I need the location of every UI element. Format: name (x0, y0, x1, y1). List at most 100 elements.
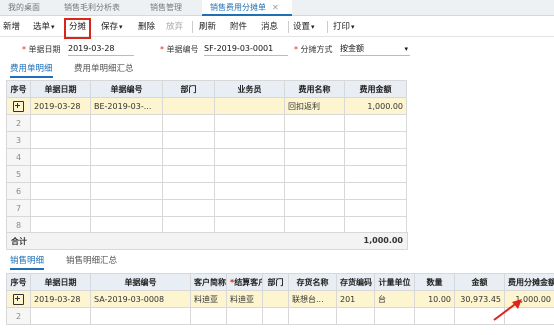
table-cell[interactable] (262, 290, 289, 308)
date-field[interactable]: 2019-03-28 (68, 43, 134, 56)
column-header: 计量单位 (374, 273, 415, 291)
table-row[interactable]: 7 (6, 199, 407, 217)
billno-field[interactable]: SF-2019-03-0001 (204, 43, 288, 56)
tab-sales-detail[interactable]: 销售明细 (10, 254, 45, 270)
column-header: 费用名称 (284, 80, 345, 98)
row-expand-icon[interactable] (13, 100, 24, 112)
table-cell[interactable]: 201 (336, 290, 375, 308)
settings-button[interactable]: 设置▾ (293, 20, 315, 34)
row-number: 8 (6, 216, 31, 234)
column-header: 存货编码 (336, 273, 375, 291)
tab-sales-profit-analysis[interactable]: 销售毛利分析表 (64, 0, 120, 16)
table-row[interactable]: 6 (6, 182, 407, 200)
table-cell[interactable]: 1,000.00 (344, 97, 407, 115)
tab-sales-expense-allocation[interactable]: 销售费用分摊单 ✕ (202, 0, 292, 16)
abandon-button[interactable]: 放弃 (166, 20, 183, 34)
toolbar-divider (327, 21, 328, 33)
tab-label: 销售费用分摊单 (210, 3, 266, 12)
row-expand-icon[interactable] (13, 293, 24, 305)
chevron-down-icon: ▾ (351, 23, 355, 31)
column-header: 单据编号 (90, 80, 163, 98)
table-row[interactable]: 3 (6, 131, 407, 149)
column-header: 存货名称 (288, 273, 337, 291)
column-header: 序号 (6, 80, 31, 98)
window-tab-bar: 我的桌面 销售毛利分析表 销售管理 销售费用分摊单 ✕ (0, 0, 554, 16)
table-cell[interactable]: 料迪亚 (226, 290, 263, 308)
method-label: * 分摊方式 (294, 45, 333, 54)
settings-label: 设置 (293, 22, 311, 32)
table-cell[interactable]: 料迪亚 (190, 290, 227, 308)
tab-my-desktop[interactable]: 我的桌面 (8, 0, 40, 16)
close-icon[interactable]: ✕ (272, 3, 279, 12)
table-cell[interactable] (162, 97, 215, 115)
table-row[interactable]: 4 (6, 148, 407, 166)
row-number: 4 (6, 148, 31, 166)
save-label: 保存 (101, 22, 119, 32)
column-header: 单据编号 (90, 273, 191, 291)
method-value: 按金额 (340, 44, 364, 53)
tab-sales-detail-summary[interactable]: 销售明细汇总 (66, 254, 117, 268)
table-row[interactable]: 2 (6, 114, 407, 132)
column-header: 部门 (162, 80, 215, 98)
toolbar: 新增 选单▾ 分摊 保存▾ 删除 放弃 刷新 附件 消息 设置▾ 打印▾ (0, 17, 554, 39)
chevron-down-icon: ▾ (311, 23, 315, 31)
table-cell[interactable]: 台 (374, 290, 415, 308)
table-row[interactable]: 5 (6, 165, 407, 183)
column-header: 客户简称 (190, 273, 227, 291)
column-header: *结算客户 (226, 273, 263, 291)
table-cell[interactable]: BE-2019-03-... (90, 97, 163, 115)
grid-header-row: 序号 单据日期 单据编号 客户简称 *结算客户 部门 存货名称 存货编码 计量单… (6, 273, 554, 291)
row-number: 6 (6, 182, 31, 200)
grid-header-row: 序号 单据日期 单据编号 部门 业务员 费用名称 费用金额 (6, 80, 407, 98)
select-bill-button[interactable]: 选单▾ (33, 20, 55, 34)
expense-grid: 序号 单据日期 单据编号 部门 业务员 费用名称 费用金额 2019-03-28… (6, 80, 407, 234)
table-cell[interactable]: 10.00 (414, 290, 455, 308)
split-button[interactable]: 分摊 (64, 18, 92, 39)
print-button[interactable]: 打印▾ (333, 20, 355, 34)
table-cell[interactable]: 回扣返利 (284, 97, 345, 115)
table-row[interactable]: 2019-03-28 BE-2019-03-... 回扣返利 1,000.00 (6, 97, 407, 115)
row-number: 3 (6, 131, 31, 149)
table-cell[interactable]: 2019-03-28 (30, 97, 91, 115)
total-label: 合计 (11, 237, 27, 246)
row-action-cell[interactable] (6, 290, 31, 308)
tab-sales-management[interactable]: 销售管理 (150, 0, 182, 16)
row-number: 2 (6, 114, 31, 132)
billno-label: * 单据编号 (160, 45, 199, 54)
column-header: 单据日期 (30, 273, 91, 291)
message-button[interactable]: 消息 (261, 20, 278, 34)
table-cell[interactable]: 联想台... (288, 290, 337, 308)
add-button[interactable]: 新增 (3, 20, 20, 34)
chevron-down-icon: ▾ (51, 23, 55, 31)
row-action-cell[interactable] (6, 97, 31, 115)
table-row[interactable]: 8 (6, 216, 407, 234)
table-row[interactable]: 2 (6, 307, 554, 325)
date-label: * 单据日期 (22, 45, 61, 54)
sales-grid: 序号 单据日期 单据编号 客户简称 *结算客户 部门 存货名称 存货编码 计量单… (6, 273, 554, 325)
method-select[interactable]: 按金额 ▾ (340, 43, 410, 56)
tab-expense-detail[interactable]: 费用单明细 (10, 62, 53, 78)
table-cell[interactable]: 2019-03-28 (30, 290, 91, 308)
column-header: 业务员 (214, 80, 285, 98)
tab-expense-detail-summary[interactable]: 费用单明细汇总 (74, 62, 134, 76)
attachment-button[interactable]: 附件 (230, 20, 247, 34)
save-button[interactable]: 保存▾ (101, 20, 123, 34)
chevron-down-icon: ▾ (119, 23, 123, 31)
total-value: 1,000.00 (363, 236, 403, 245)
column-header: 序号 (6, 273, 31, 291)
refresh-button[interactable]: 刷新 (199, 20, 216, 34)
toolbar-divider (288, 21, 289, 33)
toolbar-divider (192, 21, 193, 33)
column-header: 金额 (454, 273, 505, 291)
chevron-down-icon: ▾ (404, 45, 408, 53)
annotation-arrow-icon (493, 299, 522, 321)
delete-button[interactable]: 删除 (138, 20, 155, 34)
row-number: 5 (6, 165, 31, 183)
column-header: 数量 (414, 273, 455, 291)
column-header: 单据日期 (30, 80, 91, 98)
table-row[interactable]: 2019-03-28 SA-2019-03-0008 料迪亚 料迪亚 联想台..… (6, 290, 554, 308)
row-number: 2 (6, 307, 31, 325)
table-cell[interactable]: SA-2019-03-0008 (90, 290, 191, 308)
total-row: 合计 1,000.00 (6, 232, 408, 250)
table-cell[interactable] (214, 97, 285, 115)
